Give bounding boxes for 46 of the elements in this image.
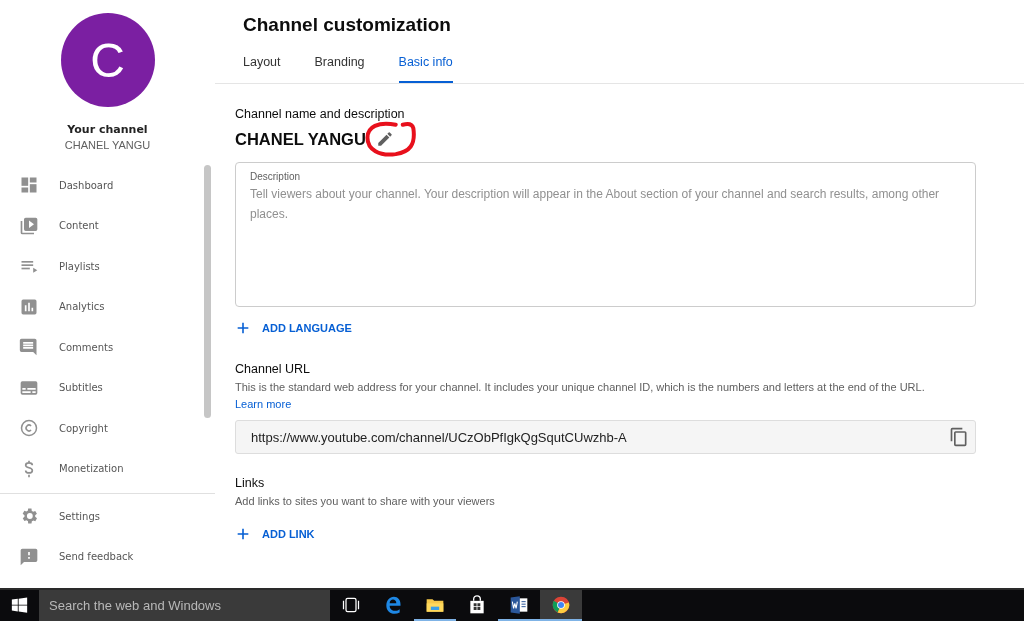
taskbar-search-field[interactable]: Search the web and Windows [39,590,330,621]
url-description: This is the standard web address for your channel. It includes your unique channel ID, which is the numbers and letters at the end of the URL. Learn more [235,380,926,412]
scrollbar[interactable] [204,165,211,418]
browser-e-icon [383,594,403,615]
sidebar-item[interactable]: Monetization [0,448,215,489]
plus-icon [235,320,251,336]
taskbar-app[interactable] [540,590,582,621]
channel-name: CHANEL YANGU [63,139,152,151]
plus-icon [235,526,251,542]
url-field[interactable]: https://www.youtube.com/channel/UCzObPfIgkQgSqutCUwzhb-A [235,420,976,454]
add-link-button[interactable]: ADD LINK [235,526,315,542]
channel-name: CHANEL YANGU [235,129,366,149]
links-description: Add links to sites you want to share with your viewers [235,494,496,509]
section-heading: Channel name and description [235,107,406,121]
sidebar-item[interactable]: Copyright [0,408,215,449]
section-heading: Links [235,476,266,490]
description-field[interactable]: Description Tell viewers about your channel. Your description will appear in the About section of your channel and search results, among other places. [235,162,976,307]
dashboard-icon [19,175,39,196]
avatar-circle[interactable]: C [60,13,155,107]
sidebar-item[interactable]: Send feedback [0,536,215,577]
page-title: Channel customization [243,14,452,36]
speech-bubble-icon [19,337,39,358]
sidebar-item[interactable]: Subtitles [0,367,215,408]
add-language-button[interactable]: ADD LANGUAGE [235,320,352,336]
description-label: Description [250,171,302,182]
sidebar-item[interactable]: Content [0,205,215,246]
sidebar-item[interactable]: Analytics [0,286,215,327]
section-heading: Channel URL [235,362,312,376]
sidebar-item[interactable]: Dashboard [0,165,215,206]
learn-more-link[interactable]: Learn more [235,398,292,410]
shopping-bag-icon [467,594,487,615]
pencil-icon[interactable] [375,130,394,148]
document-w-icon [509,594,529,615]
tab[interactable]: Basic info [398,55,453,83]
tab[interactable]: Branding [314,55,365,83]
your-channel-label: Your channel [66,123,149,136]
copy-icon[interactable] [949,427,969,447]
video-icon [19,215,39,236]
tab[interactable]: Layout [243,55,281,83]
copyright-icon [19,418,39,439]
sidebar-item[interactable]: Playlists [0,246,215,287]
windows-icon [11,597,28,614]
chrome-icon [551,594,571,615]
sidebar-item[interactable]: Comments [0,327,215,368]
sidebar-item[interactable]: Settings [0,496,215,537]
feedback-icon [19,546,39,567]
